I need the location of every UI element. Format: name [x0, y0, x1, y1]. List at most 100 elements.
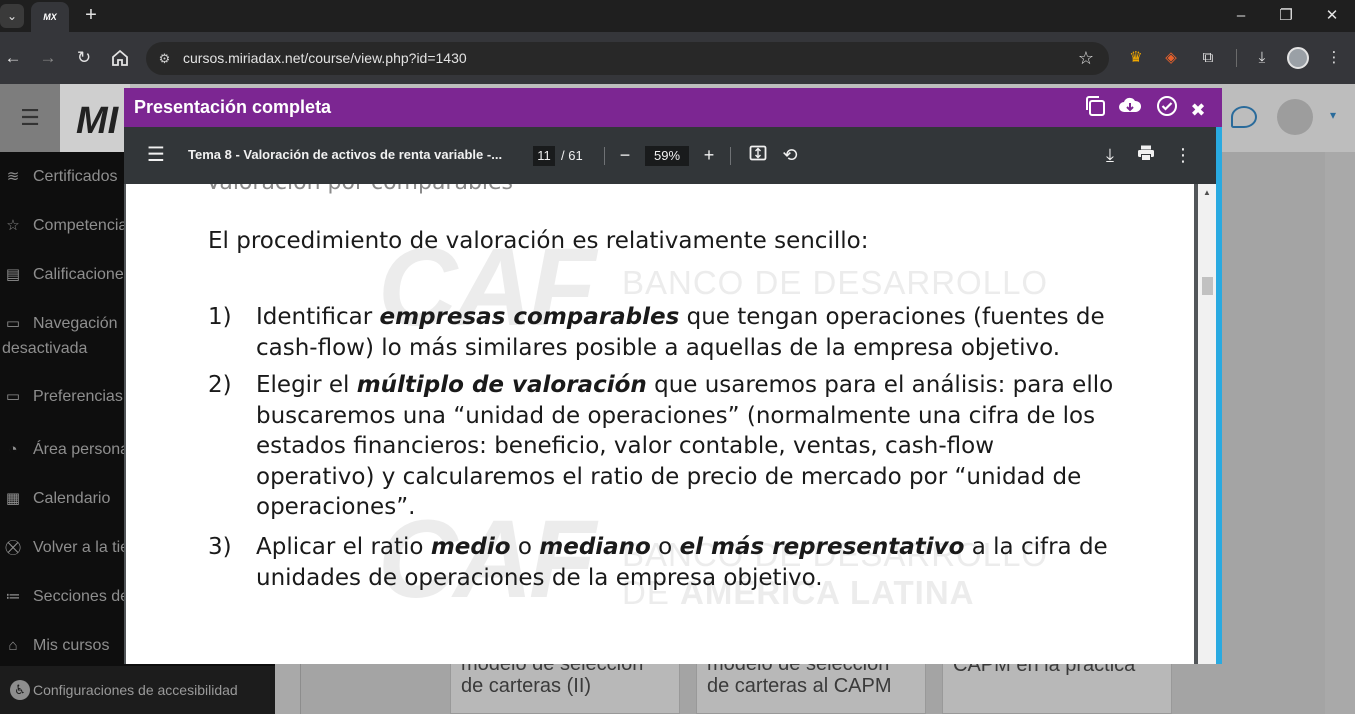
toolbar-separator — [1236, 49, 1237, 67]
card-title-line2: de carteras al CAPM — [707, 675, 892, 697]
sidebar-item-label: Mis cursos — [33, 637, 110, 654]
close-icon[interactable]: ✖ — [1185, 97, 1211, 123]
item-text: a la cifra de — [964, 534, 1108, 560]
address-bar[interactable]: ⚙ cursos.miriadax.net/course/view.php?id… — [146, 42, 1109, 75]
book-icon: ▤ — [5, 266, 21, 283]
site-info-icon[interactable]: ⚙ — [155, 49, 174, 68]
close-window-button[interactable]: ✕ — [1312, 4, 1352, 28]
sidebar-item-label: Certificados — [33, 168, 118, 185]
modal-header: Presentación completa ✖ — [124, 88, 1222, 127]
hat-extension-icon[interactable]: ◈ — [1160, 47, 1182, 69]
zoom-in-icon[interactable]: + — [698, 144, 720, 166]
browser-tab[interactable]: MX — [31, 2, 69, 32]
list-icon: ≔ — [5, 588, 21, 605]
reload-button[interactable]: ↻ — [72, 46, 96, 70]
pdf-document-title: Tema 8 - Valoración de activos de renta … — [188, 147, 503, 162]
calendar-icon: ▦ — [5, 490, 21, 507]
crown-extension-icon[interactable]: ♛ — [1125, 47, 1147, 69]
list-item-1: Identificar empresas comparables que ten… — [256, 302, 1176, 363]
item-emphasis: el más representativo — [679, 534, 965, 560]
pdf-toolbar: ☰ Tema 8 - Valoración de activos de rent… — [124, 127, 1216, 184]
scroll-up-icon[interactable]: ▲ — [1203, 188, 1211, 197]
modal-title: Presentación completa — [134, 97, 332, 117]
plus-icon: + — [85, 4, 97, 26]
item-line: buscaremos una “unidad de operaciones” (… — [256, 402, 1096, 429]
cart-icon: ⛒ — [5, 539, 21, 556]
arrow-left-icon: ← — [4, 48, 22, 67]
item-line: cash-flow) lo más similares posible a aq… — [256, 334, 1061, 361]
close-icon: ✕ — [1325, 7, 1339, 24]
profile-avatar[interactable] — [1287, 47, 1309, 69]
watermark-line1: BANCO DE DESARROLLO — [622, 264, 1049, 301]
new-tab-button[interactable]: + — [80, 4, 102, 28]
sidebar-item-label: Calendario — [33, 490, 111, 507]
site-logo[interactable]: MI — [60, 84, 130, 152]
home-icon — [112, 49, 128, 66]
list-number: 1) — [208, 304, 232, 330]
print-icon[interactable] — [1135, 144, 1157, 166]
zoom-out-icon[interactable]: − — [614, 144, 636, 166]
more-options-icon[interactable]: ⋮ — [1172, 144, 1194, 166]
folder-icon: ▭ — [5, 388, 21, 405]
item-text: Aplicar el ratio — [256, 534, 431, 560]
site-menu-icon[interactable]: ☰ — [0, 84, 60, 152]
item-emphasis: múltiplo de valoración — [356, 372, 647, 398]
slide-intro: El procedimiento de valoración es relati… — [208, 228, 869, 254]
forward-button[interactable]: → — [36, 46, 60, 70]
toolbar-separator — [730, 147, 731, 165]
downloads-icon[interactable]: ⤓ — [1251, 47, 1273, 69]
item-line: unidades de operaciones de la empresa ob… — [256, 564, 823, 591]
sidebar-item-label: Competencias — [33, 217, 136, 234]
item-text: o — [510, 534, 540, 560]
tab-search-button[interactable]: ⌄ — [0, 4, 24, 28]
url-text[interactable]: cursos.miriadax.net/course/view.php?id=1… — [183, 50, 467, 67]
item-text: que usaremos para el análisis: para ello — [646, 372, 1114, 398]
extensions-puzzle-icon[interactable]: ⧉ — [1197, 47, 1219, 69]
folder-icon: ▭ — [5, 315, 21, 332]
toolbar-separator — [604, 147, 605, 165]
star-icon: ☆ — [6, 217, 20, 234]
scroll-thumb[interactable] — [1202, 277, 1213, 295]
minimize-button[interactable]: – — [1221, 4, 1261, 28]
item-line: operaciones”. — [256, 494, 416, 520]
chat-icon[interactable] — [1231, 106, 1257, 128]
user-avatar[interactable] — [1277, 99, 1313, 135]
browser-toolbar: ← → ↻ ⚙ cursos.miriadax.net/course/view.… — [0, 32, 1355, 84]
chevron-down-icon: ⌄ — [6, 9, 18, 23]
chevron-down-icon[interactable]: ▾ — [1330, 108, 1336, 122]
card-title-line2: de carteras (II) — [461, 675, 592, 697]
sidebar-item-label: Área personal — [33, 441, 133, 458]
pdf-scrollbar[interactable]: ▲ — [1198, 184, 1216, 664]
sidebar-item-label-line2: desactivada — [2, 340, 88, 357]
cloud-download-icon[interactable] — [1117, 94, 1143, 120]
item-text: que tengan operaciones (fuentes de — [679, 304, 1105, 330]
item-text: Elegir el — [256, 372, 357, 398]
sidebar-item-label: Calificaciones — [33, 266, 132, 283]
accessibility-icon: ♿ — [10, 680, 30, 700]
home-button[interactable] — [108, 46, 132, 70]
download-icon[interactable]: ⤓ — [1099, 144, 1121, 166]
rotate-icon[interactable]: ⟲ — [779, 144, 801, 166]
fit-page-icon[interactable] — [747, 144, 769, 166]
item-line: estados financieros: beneficio, valor co… — [256, 433, 995, 459]
item-text: o — [650, 534, 680, 560]
pdf-menu-icon[interactable]: ☰ — [145, 144, 167, 166]
zoom-input[interactable]: 59% — [645, 146, 689, 166]
back-button[interactable]: ← — [1, 46, 25, 70]
page-total: / 61 — [561, 148, 583, 163]
check-circle-icon[interactable] — [1154, 94, 1180, 120]
item-line: operativo) y calcularemos el ratio de pr… — [256, 463, 1082, 490]
kebab-menu-icon[interactable]: ⋮ — [1323, 47, 1345, 69]
list-number: 3) — [208, 534, 232, 560]
bookmark-star-icon[interactable]: ☆ — [1075, 47, 1097, 69]
minimize-icon: – — [1236, 7, 1246, 24]
restore-button[interactable]: ❐ — [1266, 4, 1306, 28]
list-item-3: Aplicar el ratio medio o mediano o el má… — [256, 532, 1176, 593]
accessibility-settings-link[interactable]: ♿ Configuraciones de accesibilidad — [0, 666, 275, 714]
slide-heading: Valoración por comparables — [206, 184, 513, 199]
pdf-page: CAF BANCO DE DESARROLLO CAF BANCO DE DES… — [126, 184, 1194, 664]
copy-icon[interactable] — [1082, 94, 1108, 120]
pdf-viewer: ☰ Tema 8 - Valoración de activos de rent… — [124, 127, 1222, 664]
restore-icon: ❐ — [1279, 7, 1293, 24]
page-number-input[interactable]: 11 — [533, 146, 555, 166]
